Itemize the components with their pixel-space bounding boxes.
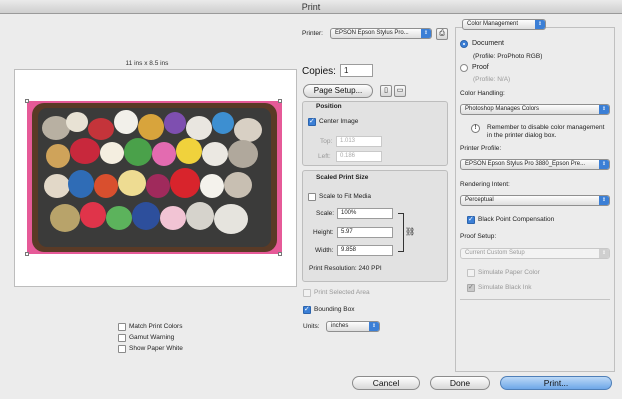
left-label: Left: (318, 153, 331, 160)
rendering-intent-value: Perceptual (465, 197, 494, 203)
proof-radio[interactable] (460, 64, 468, 72)
scaled-print-size-title: Scaled Print Size (316, 174, 369, 181)
panel-divider (460, 299, 610, 300)
color-handling-value: Photoshop Manages Colors (465, 106, 540, 112)
scale-field[interactable]: 100% (337, 208, 393, 219)
chevron-updown-icon: ⇕ (599, 105, 609, 114)
top-field[interactable]: 1.013 (336, 136, 382, 147)
chevron-updown-icon: ⇕ (421, 29, 431, 38)
proof-label: Proof (472, 64, 489, 71)
document-profile-text: (Profile: ProPhoto RGB) (473, 53, 543, 60)
match-print-colors-label: Match Print Colors (129, 323, 183, 330)
print-selected-area-label: Print Selected Area (314, 289, 370, 296)
printer-select-value: EPSON Epson Stylus Pro... (335, 30, 409, 36)
gamut-warning-label: Gamut Warning (129, 334, 175, 341)
width-label: Width: (315, 247, 334, 254)
portrait-orientation-icon[interactable]: ▯ (380, 85, 392, 97)
document-radio[interactable] (460, 40, 468, 48)
black-point-checkbox[interactable] (467, 215, 475, 224)
print-button[interactable]: Print... (500, 376, 612, 390)
preview-handle-top-left[interactable] (25, 99, 29, 103)
color-handling-select[interactable]: Photoshop Manages Colors ⇕ (460, 104, 610, 115)
color-handling-label: Color Handling: (460, 90, 505, 97)
printer-profile-select[interactable]: EPSON Epson Stylus Pro 3880_Epson Pre...… (460, 159, 610, 170)
preview-handle-bottom-right[interactable] (278, 252, 282, 256)
chevron-updown-icon: ⇕ (599, 249, 609, 258)
match-print-colors-checkbox[interactable] (118, 323, 126, 331)
chevron-updown-icon: ⇕ (535, 20, 545, 29)
center-image-label: Center Image (319, 118, 359, 125)
document-label: Document (472, 40, 504, 47)
chevron-updown-icon: ⇕ (369, 322, 379, 331)
show-paper-white-checkbox[interactable] (118, 345, 126, 353)
print-selected-area-checkbox[interactable] (303, 289, 311, 297)
center-image-checkbox[interactable] (308, 117, 316, 126)
bounding-box-label: Bounding Box (314, 306, 355, 313)
bounding-box-checkbox[interactable] (303, 305, 311, 314)
units-select-value: inches (331, 323, 349, 329)
color-note-line1: Remember to disable color management (487, 124, 605, 131)
height-label: Height: (313, 229, 334, 236)
window-titlebar: Print (0, 0, 622, 14)
printer-select[interactable]: EPSON Epson Stylus Pro... ⇕ (330, 28, 432, 39)
cancel-button[interactable]: Cancel (352, 376, 420, 390)
preview-handle-bottom-left[interactable] (25, 252, 29, 256)
preview-size-caption: 11 ins x 8.5 ins (125, 60, 169, 67)
printer-settings-icon[interactable]: ⎙ (436, 28, 448, 40)
position-title: Position (316, 103, 342, 110)
printer-label: Printer: (302, 30, 323, 37)
scale-to-fit-label: Scale to Fit Media (319, 193, 372, 200)
copies-label: Copies: (302, 66, 336, 77)
width-field[interactable]: 9.858 (337, 245, 393, 256)
proof-setup-value: Current Custom Setup (465, 250, 525, 256)
units-select[interactable]: inches ⇕ (326, 321, 380, 332)
top-label: Top: (320, 138, 333, 145)
units-label: Units: (303, 323, 320, 330)
link-bracket (398, 213, 404, 252)
section-select-value: Color Management (467, 21, 519, 27)
preview-handle-top-right[interactable] (278, 99, 282, 103)
scale-label: Scale: (316, 210, 335, 217)
gamut-warning-checkbox[interactable] (118, 334, 126, 342)
show-paper-white-label: Show Paper White (129, 345, 183, 352)
color-note-line2: in the printer dialog box. (487, 132, 557, 139)
proof-setup-select[interactable]: Current Custom Setup ⇕ (460, 248, 610, 259)
rendering-intent-label: Rendering Intent: (460, 181, 510, 188)
printer-profile-value: EPSON Epson Stylus Pro 3880_Epson Pre... (465, 161, 586, 167)
chevron-updown-icon: ⇕ (599, 196, 609, 205)
window-title: Print (301, 2, 321, 12)
simulate-black-label: Simulate Black Ink (478, 284, 532, 291)
proof-setup-label: Proof Setup: (460, 233, 497, 240)
copies-field[interactable]: 1 (340, 64, 373, 77)
height-field[interactable]: 5.97 (337, 227, 393, 238)
proof-profile-text: (Profile: N/A) (473, 76, 511, 83)
chevron-updown-icon: ⇕ (599, 160, 609, 169)
left-field[interactable]: 0.186 (336, 151, 382, 162)
link-icon[interactable]: ⛓ (405, 227, 415, 236)
info-icon: ! (471, 124, 480, 133)
rendering-intent-select[interactable]: Perceptual ⇕ (460, 195, 610, 206)
simulate-paper-checkbox[interactable] (467, 269, 475, 277)
black-point-label: Black Point Compensation (478, 216, 555, 223)
simulate-paper-label: Simulate Paper Color (478, 269, 540, 276)
page-setup-button[interactable]: Page Setup... (303, 84, 373, 98)
simulate-black-checkbox[interactable] (467, 283, 475, 292)
print-resolution-text: Print Resolution: 240 PPI (309, 265, 382, 272)
scale-to-fit-checkbox[interactable] (308, 193, 316, 201)
section-select[interactable]: Color Management ⇕ (462, 19, 546, 30)
preview-image[interactable] (38, 108, 271, 247)
done-button[interactable]: Done (430, 376, 490, 390)
landscape-orientation-icon[interactable]: ▭ (394, 85, 406, 97)
printer-profile-label: Printer Profile: (460, 145, 502, 152)
